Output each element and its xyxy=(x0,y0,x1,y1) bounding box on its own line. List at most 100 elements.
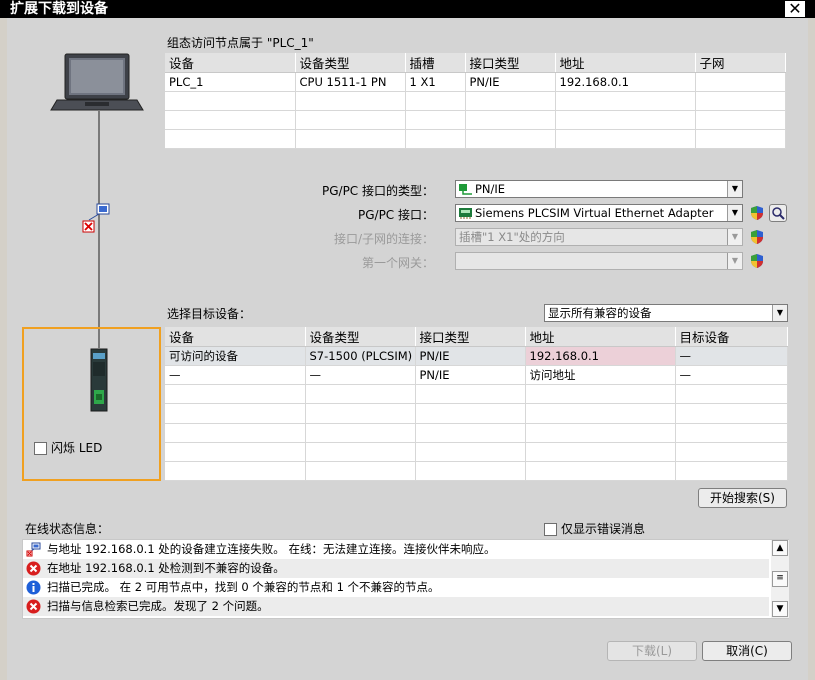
dialog-body: 闪烁 LED 组态访问节点属于 "PLC_1" 设备 设备类型 插槽 接口类型 … xyxy=(7,18,808,680)
topology-panel: 闪烁 LED xyxy=(15,18,163,518)
chevron-down-icon: ▼ xyxy=(727,253,742,269)
table-row[interactable]: — — PN/IE 访问地址 — xyxy=(165,365,788,386)
target-device-table: 设备 设备类型 接口类型 地址 目标设备 可访问的设备 S7-1500 (PLC… xyxy=(165,327,788,482)
error-icon xyxy=(26,599,41,614)
message-text: 扫描与信息检索已完成。发现了 2 个问题。 xyxy=(47,599,269,613)
table-row xyxy=(165,129,786,149)
col-address: 地址 xyxy=(525,327,676,348)
select-target-label: 选择目标设备： xyxy=(167,307,252,321)
table-row[interactable]: PLC_1 CPU 1511-1 PN 1 X1 PN/IE 192.168.0… xyxy=(165,72,786,92)
table-row xyxy=(165,91,786,111)
pgpc-interface-label: PG/PC 接口： xyxy=(357,208,434,222)
cell-device-type: CPU 1511-1 PN xyxy=(295,72,406,92)
scroll-thumb[interactable]: ≡ xyxy=(772,571,788,587)
table-row xyxy=(165,423,788,443)
cell-interface-type: PN/IE xyxy=(415,346,526,367)
errors-only-checkbox[interactable]: 仅显示错误消息 xyxy=(544,520,645,537)
pgpc-type-label: PG/PC 接口的类型： xyxy=(321,184,434,198)
config-node-label: 组态访问节点属于 "PLC_1" xyxy=(167,36,314,50)
chevron-down-icon: ▼ xyxy=(727,229,742,245)
cell-address: 192.168.0.1 xyxy=(555,72,696,92)
col-interface-type: 接口类型 xyxy=(415,327,526,348)
pgpc-interface-value: Siemens PLCSIM Virtual Ethernet Adapter xyxy=(475,206,714,220)
col-device-type: 设备类型 xyxy=(305,327,416,348)
close-button[interactable]: ✕ xyxy=(784,0,806,18)
start-search-button[interactable]: 开始搜索(S) xyxy=(698,488,787,508)
col-interface-type: 接口类型 xyxy=(465,53,556,73)
subnet-connection-dropdown: 插槽"1 X1"处的方向 ▼ xyxy=(455,228,743,246)
chevron-down-icon[interactable]: ▼ xyxy=(727,205,742,221)
cell-target-device: — xyxy=(675,365,788,386)
online-status-label: 在线状态信息： xyxy=(25,522,110,536)
errors-only-check[interactable] xyxy=(544,523,557,536)
message-text: 与地址 192.168.0.1 处的设备建立连接失败。 在线：无法建立连接。连接… xyxy=(47,542,496,556)
shield-icon[interactable] xyxy=(749,253,765,269)
flash-led-check[interactable] xyxy=(34,442,47,455)
chevron-down-icon[interactable]: ▼ xyxy=(727,181,742,197)
col-device: 设备 xyxy=(165,53,296,73)
chevron-down-icon[interactable]: ▼ xyxy=(772,305,787,321)
cell-subnet xyxy=(695,72,786,92)
ethernet-port-icon xyxy=(459,184,472,195)
cell-device: 可访问的设备 xyxy=(165,346,306,367)
pgpc-interface-dropdown[interactable]: Siemens PLCSIM Virtual Ethernet Adapter … xyxy=(455,204,743,222)
cancel-button[interactable]: 取消(C) xyxy=(702,641,792,661)
cell-device-type: S7-1500 (PLCSIM) xyxy=(305,346,416,367)
connection-error-icon xyxy=(82,220,95,233)
scroll-down-icon[interactable]: ▼ xyxy=(772,601,788,617)
pgpc-type-dropdown[interactable]: PN/IE ▼ xyxy=(455,180,743,198)
target-filter-dropdown[interactable]: 显示所有兼容的设备 ▼ xyxy=(544,304,788,322)
config-node-table: 设备 设备类型 插槽 接口类型 地址 子网 PLC_1 CPU 1511-1 P… xyxy=(165,53,786,149)
subnet-connection-value: 插槽"1 X1"处的方向 xyxy=(459,230,565,244)
flash-led-label: 闪烁 LED xyxy=(51,441,103,455)
first-gateway-label: 第一个网关： xyxy=(361,256,434,270)
list-item[interactable]: 扫描与信息检索已完成。发现了 2 个问题。 xyxy=(23,597,769,616)
network-error-icon xyxy=(26,542,41,557)
magnifier-icon xyxy=(772,207,785,220)
laptop-icon xyxy=(50,53,144,111)
col-slot: 插槽 xyxy=(405,53,466,73)
cell-slot: 1 X1 xyxy=(405,72,466,92)
cell-address: 192.168.0.1 xyxy=(525,346,676,367)
shield-icon[interactable] xyxy=(749,205,765,221)
cell-interface-type: PN/IE xyxy=(415,365,526,386)
col-device: 设备 xyxy=(165,327,306,348)
target-table-header: 设备 设备类型 接口类型 地址 目标设备 xyxy=(165,327,788,348)
message-text: 扫描已完成。 在 2 可用节点中，找到 0 个兼容的节点和 1 个不兼容的节点。 xyxy=(47,580,440,594)
table-row[interactable]: 可访问的设备 S7-1500 (PLCSIM) PN/IE 192.168.0.… xyxy=(165,346,788,367)
first-gateway-dropdown: ▼ xyxy=(455,252,743,270)
table-row xyxy=(165,384,788,405)
cell-device: — xyxy=(165,365,306,386)
window-title: 扩展下载到设备 xyxy=(10,1,108,17)
table-row xyxy=(165,403,788,424)
col-device-type: 设备类型 xyxy=(295,53,406,73)
shield-icon[interactable] xyxy=(749,229,765,245)
error-icon xyxy=(26,561,41,576)
list-item[interactable]: 在地址 192.168.0.1 处检测到不兼容的设备。 xyxy=(23,559,769,578)
info-icon xyxy=(26,580,41,595)
subnet-connection-label: 接口/子网的连接： xyxy=(333,232,434,246)
pgpc-type-value: PN/IE xyxy=(475,182,506,196)
cell-target-device: — xyxy=(675,346,788,367)
cell-device-type: — xyxy=(305,365,416,386)
status-message-list: 与地址 192.168.0.1 处的设备建立连接失败。 在线：无法建立连接。连接… xyxy=(22,539,789,619)
flash-led-checkbox[interactable]: 闪烁 LED xyxy=(34,439,102,456)
target-filter-value: 显示所有兼容的设备 xyxy=(548,306,652,320)
cell-interface-type: PN/IE xyxy=(465,72,556,92)
scroll-up-icon[interactable]: ▲ xyxy=(772,540,788,556)
title-bar: 扩展下载到设备 ✕ xyxy=(0,0,815,18)
table-row xyxy=(165,461,788,482)
message-scrollbar[interactable]: ▲ ≡ ▼ xyxy=(771,540,789,618)
properties-button[interactable] xyxy=(769,204,787,222)
errors-only-label: 仅显示错误消息 xyxy=(561,522,646,536)
col-target-device: 目标设备 xyxy=(675,327,788,348)
col-subnet: 子网 xyxy=(695,53,786,73)
message-text: 在地址 192.168.0.1 处检测到不兼容的设备。 xyxy=(47,561,285,575)
cell-device: PLC_1 xyxy=(165,72,296,92)
cell-address: 访问地址 xyxy=(525,365,676,386)
network-adapter-icon xyxy=(459,208,472,219)
table-row xyxy=(165,110,786,130)
download-button[interactable]: 下载(L) xyxy=(607,641,697,661)
list-item[interactable]: 与地址 192.168.0.1 处的设备建立连接失败。 在线：无法建立连接。连接… xyxy=(23,540,769,559)
list-item[interactable]: 扫描已完成。 在 2 可用节点中，找到 0 个兼容的节点和 1 个不兼容的节点。 xyxy=(23,578,769,597)
